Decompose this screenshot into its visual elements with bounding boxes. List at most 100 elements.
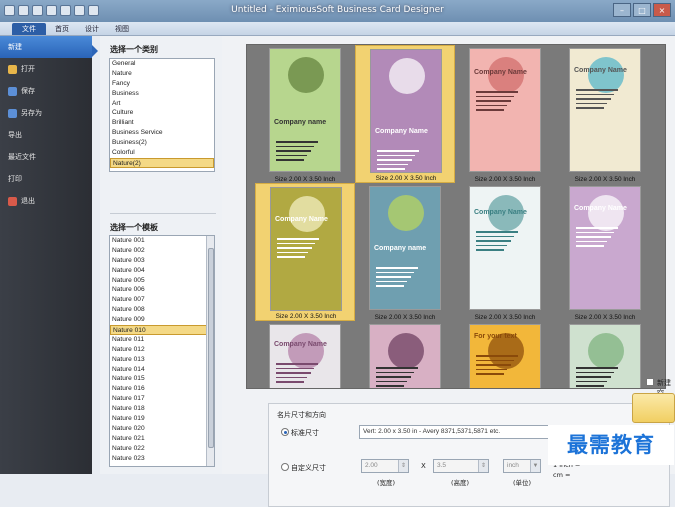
- template-item[interactable]: Nature 010: [110, 325, 214, 335]
- template-item[interactable]: Nature 020: [110, 424, 214, 434]
- template-card-cell[interactable]: [355, 321, 455, 388]
- template-item[interactable]: Nature 001: [110, 236, 214, 246]
- template-item[interactable]: Nature 005: [110, 276, 214, 286]
- template-card-cell[interactable]: Company Name: [255, 321, 355, 388]
- template-item[interactable]: Nature 016: [110, 384, 214, 394]
- template-scrollbar[interactable]: [206, 236, 214, 466]
- template-card-cell[interactable]: Company name Size 2.00 X 3.50 Inch: [255, 45, 355, 183]
- category-item[interactable]: Colorful: [110, 148, 214, 158]
- template-item[interactable]: Nature 022: [110, 444, 214, 454]
- business-card-preview: Company Name: [370, 49, 442, 173]
- template-item[interactable]: Nature 023: [110, 454, 214, 464]
- template-item[interactable]: Nature 019: [110, 414, 214, 424]
- business-card-preview: Company Name: [569, 186, 641, 310]
- template-item[interactable]: Nature 013: [110, 355, 214, 365]
- category-item[interactable]: Nature(2): [110, 157, 214, 168]
- business-card-preview: [569, 324, 641, 388]
- template-item[interactable]: Nature 003: [110, 256, 214, 266]
- sidebar-item-export[interactable]: 导出: [0, 124, 92, 146]
- template-item[interactable]: Nature 018: [110, 404, 214, 414]
- template-item[interactable]: Nature 006: [110, 285, 214, 295]
- category-list[interactable]: General Nature Fancy Business Art Culture Bril…: [109, 58, 215, 172]
- sidebar-item-new[interactable]: 新建: [0, 36, 92, 58]
- tab-view[interactable]: 视图: [115, 23, 129, 35]
- card-contact-lines: [576, 227, 636, 250]
- template-item[interactable]: Nature 011: [110, 335, 214, 345]
- card-size-label: Size 2.00 X 3.50 Inch: [574, 314, 636, 321]
- tab-file[interactable]: 文件: [12, 23, 46, 35]
- card-company-name: Company Name: [275, 216, 328, 223]
- floral-ornament: [388, 333, 424, 369]
- business-card-preview: Company name: [369, 186, 441, 310]
- template-card-cell[interactable]: Company name Size 2.00 X 3.50 Inch: [355, 183, 455, 321]
- floral-ornament: [288, 57, 324, 93]
- template-card-cell[interactable]: Company Name Size 2.00 X 3.50 Inch: [355, 45, 455, 183]
- card-company-name: Company Name: [375, 128, 428, 135]
- height-stepper[interactable]: 3.5 ⇕: [433, 459, 489, 473]
- template-item[interactable]: Nature 015: [110, 374, 214, 384]
- category-item[interactable]: General: [110, 59, 214, 69]
- sidebar-item-save[interactable]: 保存: [0, 80, 92, 102]
- template-item[interactable]: Nature 002: [110, 246, 214, 256]
- category-item[interactable]: Business: [110, 89, 214, 99]
- category-item[interactable]: Business Service: [110, 128, 214, 138]
- category-item[interactable]: Business(2): [110, 138, 214, 148]
- custom-size-radio[interactable]: [281, 463, 289, 471]
- card-size-label: Size 2.00 X 3.50 Inch: [474, 314, 536, 321]
- category-item[interactable]: Nature: [110, 69, 214, 79]
- business-card-preview: Company Name: [469, 48, 541, 172]
- width-stepper[interactable]: 2.00 ⇕: [361, 459, 409, 473]
- sidebar-item-print[interactable]: 打印: [0, 168, 92, 190]
- template-card-cell[interactable]: Company Name Size 2.00 X 3.50 Inch: [455, 183, 555, 321]
- category-item[interactable]: Brilliant: [110, 118, 214, 128]
- template-gallery: Company name Size 2.00 X 3.50 Inch Company…: [246, 44, 666, 389]
- divider: [110, 213, 216, 214]
- maximize-button[interactable]: □: [633, 3, 651, 17]
- conversion-line-2: cm =: [553, 471, 571, 479]
- category-item[interactable]: Fancy: [110, 79, 214, 89]
- template-item[interactable]: Nature 021: [110, 434, 214, 444]
- template-card-cell[interactable]: Company Name Size 2.00 X 3.50 Inch: [555, 45, 655, 183]
- template-item[interactable]: Nature 012: [110, 345, 214, 355]
- template-card-cell[interactable]: Company Name Size 2.00 X 3.50 Inch: [255, 183, 355, 321]
- template-item[interactable]: Nature 004: [110, 266, 214, 276]
- tab-home[interactable]: 首页: [55, 23, 69, 35]
- standard-size-label: 标准尺寸: [291, 429, 319, 437]
- template-card-cell[interactable]: Company Name Size 2.00 X 3.50 Inch: [555, 183, 655, 321]
- ok-button[interactable]: [632, 393, 675, 423]
- template-item[interactable]: Nature 009: [110, 315, 214, 325]
- sidebar-item-open[interactable]: 打开: [0, 58, 92, 80]
- card-company-name: Company name: [374, 245, 427, 252]
- scrollbar-thumb[interactable]: [208, 248, 214, 448]
- template-item[interactable]: Nature 007: [110, 295, 214, 305]
- category-item[interactable]: Art: [110, 99, 214, 109]
- card-company-name: Company name: [274, 119, 327, 126]
- card-contact-lines: [376, 267, 436, 290]
- business-card-preview: Company Name: [270, 187, 342, 311]
- height-caption: (高度): [451, 479, 470, 487]
- business-card-preview: Company name: [269, 48, 341, 172]
- template-card-cell[interactable]: [555, 321, 655, 388]
- sidebar-item-exit[interactable]: 退出: [0, 190, 92, 212]
- template-item[interactable]: Nature 017: [110, 394, 214, 404]
- sidebar-item-save-as[interactable]: 另存为: [0, 102, 92, 124]
- standard-size-radio[interactable]: [281, 428, 289, 436]
- template-list[interactable]: Nature 001 Nature 002 Nature 003 Nature 004…: [109, 235, 215, 467]
- sidebar-item-recent[interactable]: 最近文件: [0, 146, 92, 168]
- exit-icon: [8, 196, 17, 206]
- template-card-cell[interactable]: Company Name Size 2.00 X 3.50 Inch: [455, 45, 555, 183]
- custom-size-label: 自定义尺寸: [291, 464, 326, 472]
- unit-select[interactable]: inch ▼: [503, 459, 541, 473]
- close-button[interactable]: ×: [653, 3, 671, 17]
- tab-design[interactable]: 设计: [85, 23, 99, 35]
- template-item[interactable]: Nature 014: [110, 365, 214, 375]
- new-blank-checkbox[interactable]: [646, 378, 654, 386]
- template-item[interactable]: Nature 008: [110, 305, 214, 315]
- category-item[interactable]: Culture: [110, 108, 214, 118]
- template-card-cell[interactable]: For your text: [455, 321, 555, 388]
- card-company-name: Company Name: [474, 69, 527, 76]
- floral-ornament: [588, 57, 624, 93]
- file-menu-sidebar: 新建 打开 保存 另存为 导出 最近文件 打印 退出: [0, 36, 92, 474]
- minimize-button[interactable]: –: [613, 3, 631, 17]
- stepper-arrows-icon: ⇕: [478, 460, 488, 472]
